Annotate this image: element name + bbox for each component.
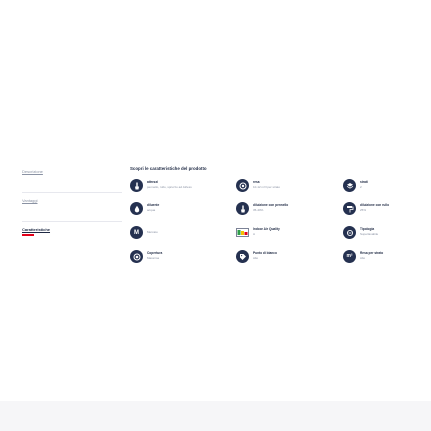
feature-label: Indoor Air Quality <box>253 227 280 231</box>
feature-value: pennello, rullo, spruzzo ad Airless <box>147 185 192 189</box>
feature-value: 10-12 m²/l per strato <box>253 185 281 189</box>
air-quality-icon <box>236 226 249 239</box>
coverage-icon <box>130 250 143 263</box>
layers-icon <box>343 179 356 192</box>
feature-value: 2 <box>360 185 362 189</box>
feature-strati: strati 2 <box>343 179 423 193</box>
m2-icon: m² <box>343 250 356 263</box>
tab-label[interactable]: Descrizione <box>22 169 43 174</box>
product-tabs: Descrizione Vantaggi Caratteristiche <box>22 164 122 251</box>
drop-icon <box>130 202 143 215</box>
wash-icon <box>343 226 356 239</box>
feature-label: Tipologia <box>360 227 375 231</box>
feature-label: diluente <box>147 203 160 207</box>
tab-descrizione[interactable]: Descrizione <box>22 164 122 193</box>
coverage-icon <box>236 179 249 192</box>
brush-icon <box>130 179 143 192</box>
feature-label: strati <box>360 180 368 184</box>
section-title: Scopri le caratteristiche del prodotto <box>130 166 207 171</box>
feature-value: Superlavabile <box>360 232 379 236</box>
feature-label: attrezzi <box>147 180 158 184</box>
feature-copertura: Copertura Massima <box>130 250 210 264</box>
feature-label: Resa per strato <box>360 251 384 255</box>
tag-icon <box>236 250 249 263</box>
feature-label: diluizione con pennello <box>253 203 289 207</box>
feature-indoor-air-quality: Indoor Air Quality A <box>236 226 316 240</box>
feature-attrezzi: attrezzi pennello, rullo, spruzzo ad Air… <box>130 179 210 193</box>
feature-label: Punto di bianco <box>253 251 277 255</box>
feature-diluizione-pennello: diluizione con pennello 35-40% <box>236 202 316 216</box>
footer-band <box>0 401 431 431</box>
feature-resa-per-strato: m² Resa per strato Alto <box>343 250 423 264</box>
feature-value: Massima <box>147 256 160 260</box>
feature-label: Copertura <box>147 251 163 255</box>
feature-label: resa <box>253 180 260 184</box>
tab-label[interactable]: Vantaggi <box>22 198 38 203</box>
feature-label: diluizione con rullo <box>360 203 390 207</box>
feature-punto-di-bianco: Punto di bianco Alto <box>236 250 316 264</box>
tab-label[interactable]: Caratteristiche <box>22 227 50 232</box>
feature-value: 25% <box>360 208 367 212</box>
feature-value: Mercato <box>147 230 158 234</box>
feature-diluente: diluente acqua <box>130 202 210 216</box>
feature-tipologia: Tipologia Superlavabile <box>343 226 423 240</box>
feature-value: A <box>253 232 256 236</box>
brush-icon <box>236 202 249 215</box>
tab-vantaggi[interactable]: Vantaggi <box>22 193 122 222</box>
feature-diluizione-rullo: diluizione con rullo 25% <box>343 202 423 216</box>
feature-mercato: M Mercato <box>130 226 210 240</box>
m-letter-icon: M <box>130 226 143 239</box>
roller-icon <box>343 202 356 215</box>
feature-value: Alto <box>253 256 259 260</box>
feature-value: acqua <box>147 208 156 212</box>
feature-value: 35-40% <box>253 208 264 212</box>
feature-resa: resa 10-12 m²/l per strato <box>236 179 316 193</box>
tab-caratteristiche[interactable]: Caratteristiche <box>22 222 122 251</box>
feature-value: Alto <box>360 256 366 260</box>
